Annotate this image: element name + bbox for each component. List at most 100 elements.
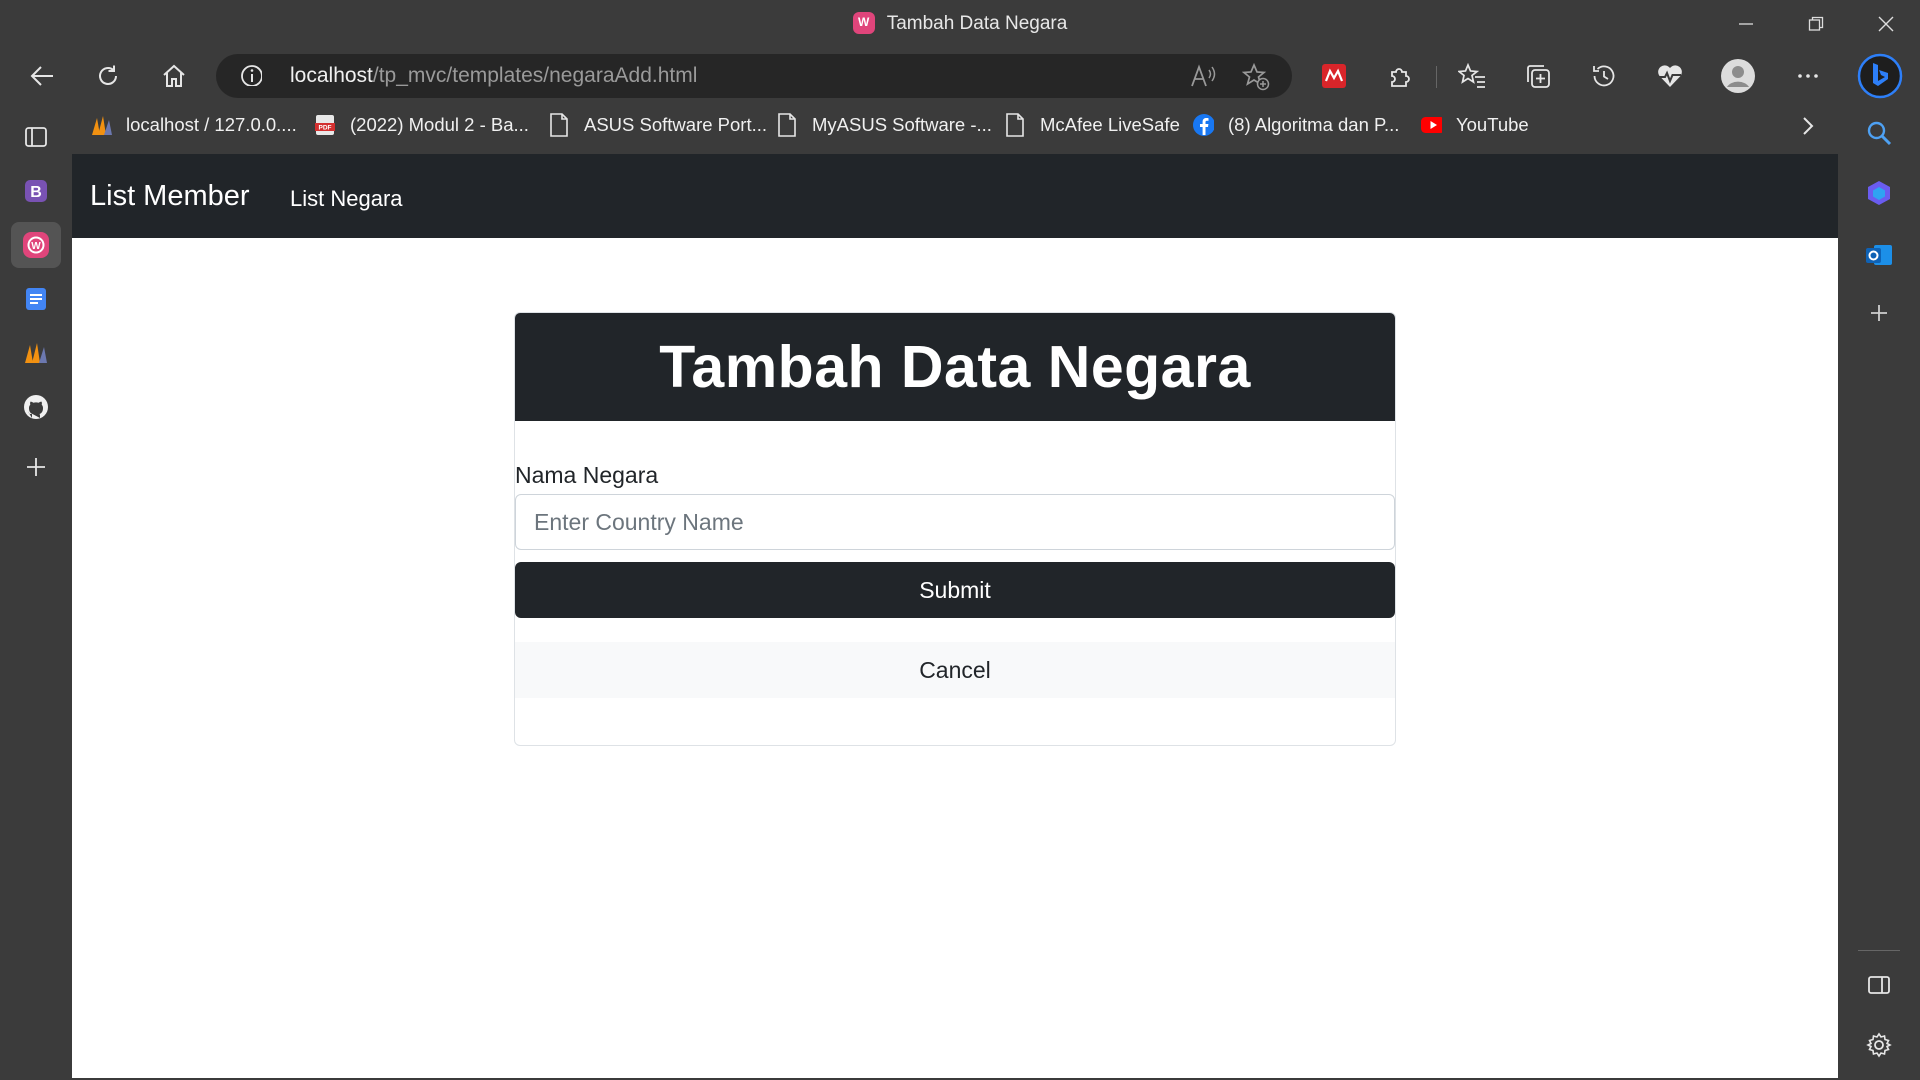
vertical-tab-bootstrap[interactable]: B bbox=[11, 168, 61, 214]
restore-button[interactable] bbox=[1782, 0, 1850, 48]
settings-and-more-button[interactable] bbox=[1788, 56, 1828, 96]
close-window-button[interactable] bbox=[1852, 0, 1920, 48]
hide-sidebar-button[interactable] bbox=[1856, 962, 1902, 1008]
plus-icon bbox=[1871, 305, 1887, 321]
back-arrow-icon bbox=[30, 66, 53, 86]
phpmyadmin-icon bbox=[25, 343, 47, 363]
extensions-button[interactable] bbox=[1380, 56, 1420, 96]
cancel-button[interactable]: Cancel bbox=[515, 642, 1395, 698]
back-button[interactable] bbox=[22, 56, 62, 96]
page-icon bbox=[548, 113, 570, 137]
url-path: /tp_mvc/templates/negaraAdd.html bbox=[372, 64, 698, 87]
history-button[interactable] bbox=[1584, 56, 1624, 96]
url-host: localhost bbox=[290, 64, 373, 87]
youtube-icon bbox=[1420, 114, 1442, 136]
page-icon bbox=[1004, 113, 1026, 137]
svg-text:PDF: PDF bbox=[319, 125, 332, 132]
sidebar-add-button[interactable] bbox=[1856, 290, 1902, 336]
minimize-button[interactable] bbox=[1712, 0, 1780, 48]
country-name-label: Nama Negara bbox=[515, 462, 659, 488]
vertical-tab-google-docs[interactable] bbox=[11, 276, 61, 322]
favorites-bar: localhost / 127.0.0.... PDF (2022) Modul… bbox=[72, 104, 1838, 150]
tab-actions-icon bbox=[25, 127, 47, 147]
heart-pulse-icon bbox=[1658, 65, 1682, 87]
window-title-bar: Tambah Data Negara bbox=[0, 0, 1920, 50]
bookmark-mcafee-livesafe[interactable]: McAfee LiveSafe bbox=[1004, 113, 1180, 137]
window-title-text: Tambah Data Negara bbox=[886, 13, 1068, 34]
toolbar-divider bbox=[1436, 66, 1437, 88]
bookmarks-overflow-button[interactable] bbox=[1798, 114, 1818, 143]
address-bar[interactable]: localhost/tp_mvc/templates/negaraAdd.htm… bbox=[216, 54, 1292, 98]
google-docs-icon bbox=[26, 288, 46, 310]
page-icon bbox=[776, 113, 798, 137]
add-favorite-icon[interactable] bbox=[1241, 62, 1270, 96]
url-text[interactable]: localhost/tp_mvc/templates/negaraAdd.htm… bbox=[290, 64, 697, 88]
refresh-button[interactable] bbox=[88, 56, 128, 96]
sidebar-panel-icon bbox=[1868, 976, 1890, 994]
extension-mendeley-button[interactable] bbox=[1314, 56, 1354, 96]
chevron-right-icon bbox=[1803, 117, 1814, 135]
bookmark-label: MyASUS Software -... bbox=[812, 114, 992, 135]
bookmark-modul-2[interactable]: PDF (2022) Modul 2 - Ba... bbox=[314, 114, 529, 136]
svg-text:W: W bbox=[31, 241, 41, 252]
sidebar-divider bbox=[1858, 950, 1900, 951]
nav-link-list-negara[interactable]: List Negara bbox=[290, 186, 403, 212]
favorites-button[interactable] bbox=[1452, 56, 1492, 96]
bookmark-phpmyadmin[interactable]: localhost / 127.0.0.... bbox=[90, 114, 297, 136]
gear-icon bbox=[1866, 1032, 1892, 1058]
copilot-icon bbox=[1868, 181, 1890, 205]
phpmyadmin-icon bbox=[90, 114, 112, 136]
add-country-card: Tambah Data Negara Nama Negara Submit Ca… bbox=[514, 312, 1396, 746]
profile-button[interactable] bbox=[1718, 56, 1758, 96]
browser-essentials-button[interactable] bbox=[1650, 56, 1690, 96]
card-header: Tambah Data Negara bbox=[515, 313, 1395, 421]
bookmark-label: (2022) Modul 2 - Ba... bbox=[350, 114, 529, 135]
wampserver-favicon-icon bbox=[852, 12, 875, 34]
github-icon bbox=[24, 395, 48, 419]
country-name-input[interactable] bbox=[515, 494, 1395, 550]
sidebar-settings-button[interactable] bbox=[1856, 1022, 1902, 1068]
mendeley-icon bbox=[1322, 64, 1346, 88]
puzzle-icon bbox=[1391, 68, 1410, 87]
wampserver-icon: W bbox=[23, 232, 49, 258]
bookmark-label: ASUS Software Port... bbox=[584, 114, 768, 135]
navbar-brand-list-member[interactable]: List Member bbox=[90, 180, 250, 213]
pdf-icon: PDF bbox=[314, 114, 336, 136]
window-title: Tambah Data Negara bbox=[0, 12, 1920, 35]
bootstrap-icon: B bbox=[25, 180, 47, 202]
svg-text:B: B bbox=[30, 184, 42, 201]
vertical-tab-github[interactable] bbox=[11, 384, 61, 430]
close-icon bbox=[1878, 16, 1894, 32]
facebook-icon bbox=[1192, 114, 1214, 136]
site-navbar: List Member List Negara bbox=[72, 154, 1838, 238]
new-tab-button[interactable] bbox=[11, 444, 61, 490]
home-button[interactable] bbox=[154, 56, 194, 96]
outlook-icon bbox=[1866, 245, 1892, 265]
bookmark-algoritma-facebook[interactable]: (8) Algoritma dan P... bbox=[1192, 114, 1399, 136]
bookmark-label: (8) Algoritma dan P... bbox=[1228, 114, 1400, 135]
vertical-tab-phpmyadmin[interactable] bbox=[11, 330, 61, 376]
submit-button[interactable]: Submit bbox=[515, 562, 1395, 618]
collections-button[interactable] bbox=[1518, 56, 1558, 96]
avatar-icon bbox=[1721, 59, 1755, 93]
vertical-tabs-sidebar: B W bbox=[0, 114, 72, 1080]
refresh-icon bbox=[99, 65, 117, 85]
bookmark-label: localhost / 127.0.0.... bbox=[126, 114, 297, 135]
bookmark-asus-software-portal[interactable]: ASUS Software Port... bbox=[548, 113, 768, 137]
tab-actions-button[interactable] bbox=[11, 114, 61, 160]
edge-right-sidebar bbox=[1838, 50, 1920, 1080]
sidebar-copilot-button[interactable] bbox=[1856, 170, 1902, 216]
sidebar-outlook-button[interactable] bbox=[1856, 232, 1902, 278]
read-aloud-icon[interactable] bbox=[1190, 64, 1216, 94]
bookmark-label: McAfee LiveSafe bbox=[1040, 114, 1180, 135]
site-info-icon[interactable] bbox=[240, 64, 262, 86]
search-icon bbox=[1867, 121, 1892, 146]
browser-toolbar: localhost/tp_mvc/templates/negaraAdd.htm… bbox=[0, 50, 1920, 102]
page-viewport: List Member List Negara Tambah Data Nega… bbox=[72, 154, 1838, 1078]
bookmark-myasus-software[interactable]: MyASUS Software -... bbox=[776, 113, 992, 137]
history-icon bbox=[1593, 65, 1615, 87]
vertical-tab-wampserver-active[interactable]: W bbox=[11, 222, 61, 268]
bookmark-youtube[interactable]: YouTube bbox=[1420, 114, 1529, 136]
home-icon bbox=[163, 64, 185, 87]
sidebar-search-button[interactable] bbox=[1856, 110, 1902, 156]
